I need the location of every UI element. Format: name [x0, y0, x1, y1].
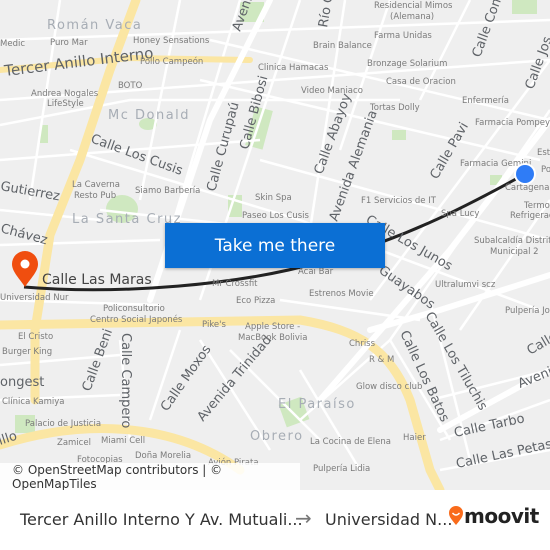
poi-label: Glow disco club: [356, 382, 422, 392]
poi-label: Burger King: [2, 347, 52, 357]
neighborhood-label: Román Vaca: [47, 18, 142, 33]
poi-label: Palacio de Justicia: [25, 419, 101, 429]
street-label: Tercer Anillo Interno: [2, 44, 154, 80]
poi-label: Miami Cell: [101, 436, 145, 446]
poi-label: Termo: [523, 201, 550, 211]
poi-label: Skin Spa: [255, 193, 292, 203]
poi-label: Po: [541, 165, 550, 175]
neighborhood-label: El Paraíso: [278, 397, 356, 412]
poi-label: Municipal 2: [490, 247, 539, 257]
poi-label: Acai Bar: [298, 267, 334, 277]
poi-label: El Cristo: [18, 332, 53, 342]
destination-pin-icon[interactable]: [12, 251, 38, 287]
poi-label: Puro Mar: [50, 38, 88, 48]
poi-label: Bronzage Solarium: [367, 59, 447, 69]
take-me-there-button[interactable]: Take me there: [165, 223, 385, 268]
origin-marker-icon[interactable]: [516, 165, 534, 183]
street-label: ongest: [0, 375, 44, 390]
poi-label: Paseo Los Cusis: [242, 211, 310, 221]
poi-label: Universidad Nur: [0, 293, 69, 303]
poi-label: R & M: [369, 355, 394, 365]
arrow-right-icon: →: [295, 506, 312, 530]
street-label: Calle Las Maras: [42, 272, 152, 288]
poi-label: Farma Unidas: [374, 31, 432, 41]
poi-label: Centro Social Japonés: [90, 314, 183, 325]
poi-label: Video Maniaco: [301, 86, 363, 96]
poi-label: Refrigerac: [510, 211, 550, 221]
poi-label: Est: [537, 148, 550, 158]
moovit-logo: moovit: [448, 504, 539, 528]
poi-label: MacBook Bolivia: [238, 333, 307, 343]
poi-label: Policonsultorio: [103, 304, 165, 314]
poi-label: Resto Pub: [74, 191, 116, 201]
poi-label: Ultralumvi scz: [435, 280, 496, 290]
street-label: Calle: [525, 329, 550, 358]
poi-label: Pike's: [202, 320, 226, 330]
poi-label: Clinica Hamacas: [258, 63, 329, 73]
poi-label: Zamicel: [57, 438, 91, 448]
poi-label: Tortas Dolly: [369, 103, 420, 113]
poi-label: Residencial Mimos: [374, 1, 453, 11]
poi-label: (Alemana): [390, 12, 434, 22]
destination-name: Universidad N...: [325, 510, 453, 529]
poi-label: Farmacia Pompeya: [475, 118, 550, 128]
poi-label: Spa Lucy: [441, 209, 479, 219]
poi-label: F1 Servicios de IT: [361, 196, 437, 206]
poi-label: Casa de Oracion: [386, 77, 456, 87]
poi-label: Subalcaldía Distrito: [474, 236, 550, 246]
poi-label: Haier: [403, 433, 426, 443]
poi-label: Siamo Barbería: [135, 186, 200, 196]
poi-label: Enfermería: [462, 96, 509, 106]
poi-label: La Cocina de Elena: [310, 437, 391, 447]
poi-label: Pulpería Lidia: [313, 464, 370, 474]
poi-label: Chriss: [349, 339, 376, 349]
map-attribution[interactable]: © OpenStreetMap contributors | © OpenMap…: [0, 463, 300, 490]
poi-label: BOTO: [118, 81, 143, 91]
neighborhood-label: Obrero: [250, 429, 304, 444]
map[interactable]: Román Vaca Mc Donald La Santa Cruz El Pa…: [0, 0, 550, 490]
poi-label: Clínica Kamiya: [2, 397, 65, 407]
street-label: Río G: [316, 0, 337, 29]
neighborhood-label: Mc Donald: [108, 108, 190, 123]
footer-bar: Tercer Anillo Interno Y Av. Mutuali... →…: [0, 490, 550, 550]
poi-label: Andrea Nogales: [31, 89, 99, 99]
street-label: Aveni: [516, 364, 550, 391]
poi-label: Honey Sensations: [133, 36, 210, 46]
street-label: Gutierrez: [0, 179, 61, 204]
poi-label: Pollo Campeón: [140, 56, 203, 67]
poi-label: Estrenos Movie: [309, 289, 374, 299]
poi-label: Mr Crossfit: [212, 279, 258, 289]
poi-label: Eco Pizza: [236, 296, 275, 306]
poi-label: LifeStyle: [47, 99, 84, 109]
moovit-wordmark: moovit: [464, 504, 539, 528]
street-label: Calle Beni: [80, 327, 116, 393]
poi-label: Medic: [0, 39, 25, 49]
poi-label: La Caverna: [72, 180, 120, 190]
street-label: Calle Los Cusis: [89, 132, 185, 179]
poi-label: Brain Balance: [313, 41, 372, 51]
poi-label: Pulpería Jos: [505, 306, 550, 316]
street-label: Calle Las Petas: [455, 437, 550, 472]
poi-label: Doña Morelia: [135, 451, 191, 461]
street-label: Calle Com: [470, 0, 507, 59]
street-label: Calle Campero: [118, 333, 133, 428]
moovit-pin-icon: [449, 506, 463, 525]
poi-label: Apple Store -: [245, 322, 300, 332]
origin-name: Tercer Anillo Interno Y Av. Mutuali...: [20, 510, 303, 529]
